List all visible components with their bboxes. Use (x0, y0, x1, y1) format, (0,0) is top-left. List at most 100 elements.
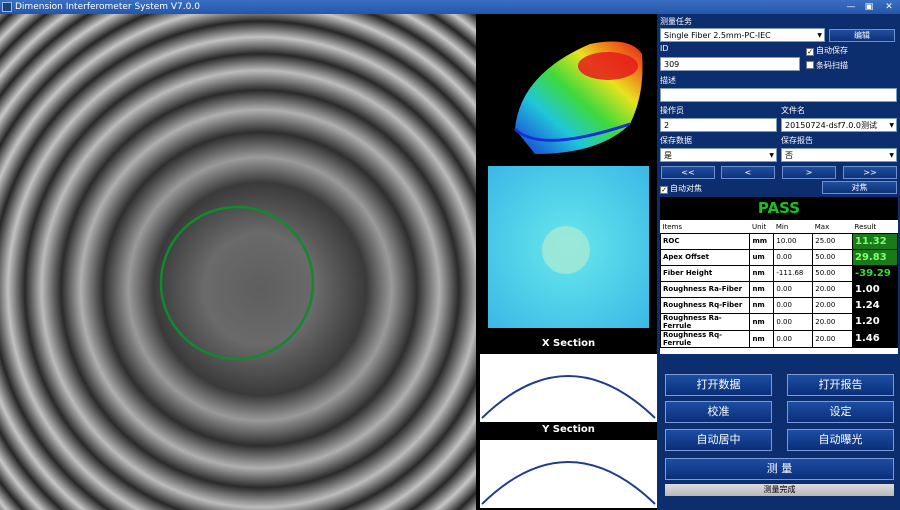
description-input[interactable] (660, 88, 897, 102)
min-cell: 0.00 (773, 248, 814, 266)
column-header: Min (775, 222, 789, 231)
save-report-select[interactable]: 否 ▼ (781, 148, 897, 162)
result-cell: 29.83 (852, 248, 898, 266)
focus-button[interactable]: 对焦 (822, 181, 897, 194)
id-label: ID (660, 44, 669, 53)
max-cell: 20.00 (812, 312, 854, 331)
unit-cell: um (749, 248, 775, 266)
column-header: Result (854, 222, 877, 231)
item-cell: Fiber Height (659, 264, 751, 282)
chevron-down-icon: ▼ (889, 122, 894, 129)
save-data-label: 保存数据 (660, 136, 692, 145)
barcode-scan-checkbox[interactable]: 条码扫描 (806, 60, 848, 71)
pass-status-banner: PASS (660, 197, 898, 220)
auto-center-button[interactable]: 自动居中 (665, 429, 772, 451)
nav-next-button[interactable]: > (782, 166, 836, 179)
close-button[interactable]: ✕ (880, 1, 898, 13)
unit-cell: nm (749, 329, 775, 348)
restore-button[interactable]: ▣ (860, 1, 878, 13)
result-cell: -39.29 (852, 264, 898, 282)
table-row[interactable]: Roughness Ra-Ferrule nm 0.00 20.00 1.20 (659, 312, 898, 331)
table-row[interactable]: Fiber Height nm -111.68 50.00 -39.29 (659, 264, 898, 282)
control-panel: 测量任务 Single Fiber 2.5mm-PC-IEC ▼ 编辑 ID 3… (657, 14, 900, 510)
minimize-button[interactable]: — (842, 1, 860, 13)
unit-cell: nm (749, 264, 775, 282)
x-section-title: X Section (541, 338, 596, 349)
measurement-status-bar: 测量完成 (665, 484, 894, 496)
min-cell: 0.00 (773, 312, 814, 331)
item-cell: ROC (659, 232, 751, 250)
filename-select[interactable]: 20150724-dsf7.0.0测试 ▼ (781, 118, 897, 132)
task-select[interactable]: Single Fiber 2.5mm-PC-IEC ▼ (660, 28, 825, 42)
nav-first-button[interactable]: << (661, 166, 715, 179)
max-cell: 20.00 (812, 329, 854, 348)
table-row[interactable]: ROC mm 10.00 25.00 11.32 (659, 232, 898, 250)
auto-save-checkbox[interactable]: ✓ 自动保存 (806, 45, 848, 56)
results-header-row: Items Unit Min Max Result (661, 221, 898, 233)
save-data-select[interactable]: 是 ▼ (660, 148, 777, 162)
chevron-down-icon: ▼ (889, 152, 894, 159)
max-cell: 50.00 (812, 264, 854, 282)
auto-save-label: 自动保存 (816, 46, 848, 55)
phase-map[interactable] (488, 166, 649, 328)
unit-cell: nm (749, 296, 775, 314)
table-row[interactable]: Roughness Rq-Fiber nm 0.00 20.00 1.24 (659, 296, 898, 314)
calibrate-button[interactable]: 校准 (665, 401, 772, 423)
measure-button[interactable]: 测 量 (665, 458, 894, 480)
min-cell: 0.00 (773, 329, 814, 348)
x-section-plot[interactable] (480, 354, 657, 422)
item-cell: Apex Offset (659, 248, 751, 266)
result-cell: 1.00 (852, 280, 898, 298)
unit-cell: mm (749, 232, 775, 250)
results-panel: PASS Items Unit Min Max Result ROC mm 10… (659, 197, 898, 354)
column-header: Unit (751, 222, 767, 231)
auto-focus-label: 自动对焦 (670, 184, 702, 193)
table-row[interactable]: Apex Offset um 0.00 50.00 29.83 (659, 248, 898, 266)
item-cell: Roughness Ra-Ferrule (659, 312, 751, 331)
app-icon (2, 2, 12, 12)
nav-last-button[interactable]: >> (843, 166, 897, 179)
open-data-button[interactable]: 打开数据 (665, 374, 772, 396)
settings-button[interactable]: 设定 (787, 401, 894, 423)
task-label: 测量任务 (660, 17, 692, 26)
filename-value: 20150724-dsf7.0.0测试 (785, 121, 878, 130)
surface-3d-plot[interactable] (480, 14, 657, 164)
save-report-value: 否 (785, 151, 793, 160)
min-cell: -111.68 (773, 264, 814, 282)
min-cell: 0.00 (773, 280, 814, 298)
analysis-column: X Section Y Section (480, 14, 657, 510)
column-header: Items (662, 222, 683, 231)
unit-cell: nm (749, 312, 775, 331)
fringe-pattern (0, 14, 476, 510)
operator-input[interactable]: 2 (660, 118, 777, 132)
chevron-down-icon: ▼ (769, 152, 774, 159)
y-section-title: Y Section (542, 424, 595, 435)
max-cell: 20.00 (812, 280, 854, 298)
y-section-plot[interactable] (480, 440, 657, 508)
task-select-value: Single Fiber 2.5mm-PC-IEC (664, 31, 771, 40)
column-header: Max (814, 222, 830, 231)
item-cell: Roughness Ra-Fiber (659, 280, 751, 298)
max-cell: 20.00 (812, 296, 854, 314)
edit-button[interactable]: 编辑 (829, 29, 895, 42)
auto-exposure-button[interactable]: 自动曝光 (787, 429, 894, 451)
table-row[interactable]: Roughness Ra-Fiber nm 0.00 20.00 1.00 (659, 280, 898, 298)
checkbox-checked-icon: ✓ (806, 48, 814, 56)
unit-cell: nm (749, 280, 775, 298)
results-table: Items Unit Min Max Result ROC mm 10.00 2… (659, 221, 898, 348)
max-cell: 25.00 (812, 232, 854, 250)
result-cell: 11.32 (852, 232, 898, 250)
result-cell: 1.20 (852, 312, 898, 331)
open-report-button[interactable]: 打开报告 (787, 374, 894, 396)
nav-prev-button[interactable]: < (721, 166, 775, 179)
interference-fringe-image[interactable] (0, 14, 476, 510)
id-input[interactable]: 309 (660, 57, 800, 71)
checkbox-checked-icon: ✓ (660, 186, 668, 194)
item-cell: Roughness Rq-Fiber (659, 296, 751, 314)
filename-label: 文件名 (781, 106, 805, 115)
table-row[interactable]: Roughness Rq-Ferrule nm 0.00 20.00 1.46 (659, 329, 898, 348)
auto-focus-checkbox[interactable]: ✓ 自动对焦 (660, 183, 702, 194)
item-cell: Roughness Rq-Ferrule (659, 329, 751, 348)
checkbox-unchecked-icon (806, 61, 814, 69)
chevron-down-icon: ▼ (817, 32, 822, 39)
